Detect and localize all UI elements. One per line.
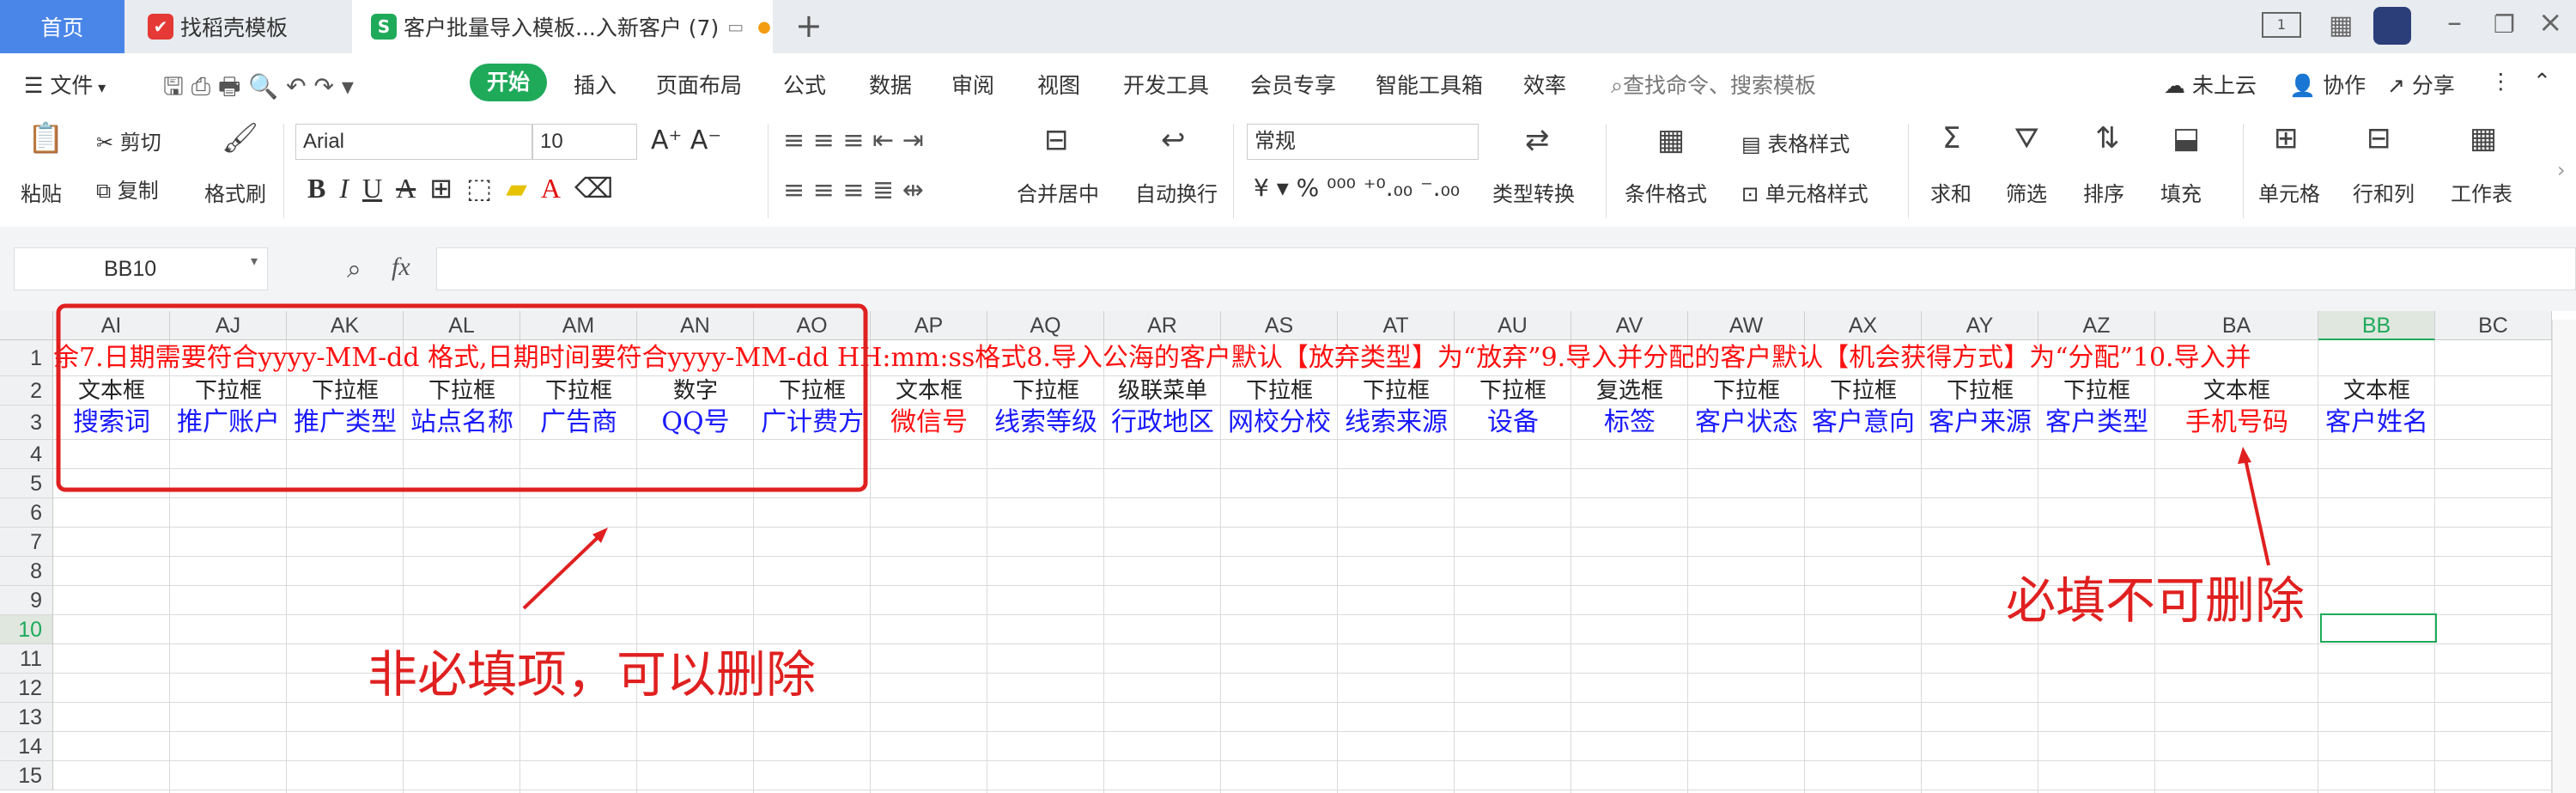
required-annotation: 必填不可删除	[2006, 571, 2306, 630]
optional-arrow	[522, 531, 605, 610]
required-arrow	[2243, 454, 2270, 566]
optional-annotation: 非必填项，可以删除	[368, 645, 817, 704]
optional-fields-box	[56, 303, 868, 492]
required-arrowhead	[2238, 447, 2251, 464]
